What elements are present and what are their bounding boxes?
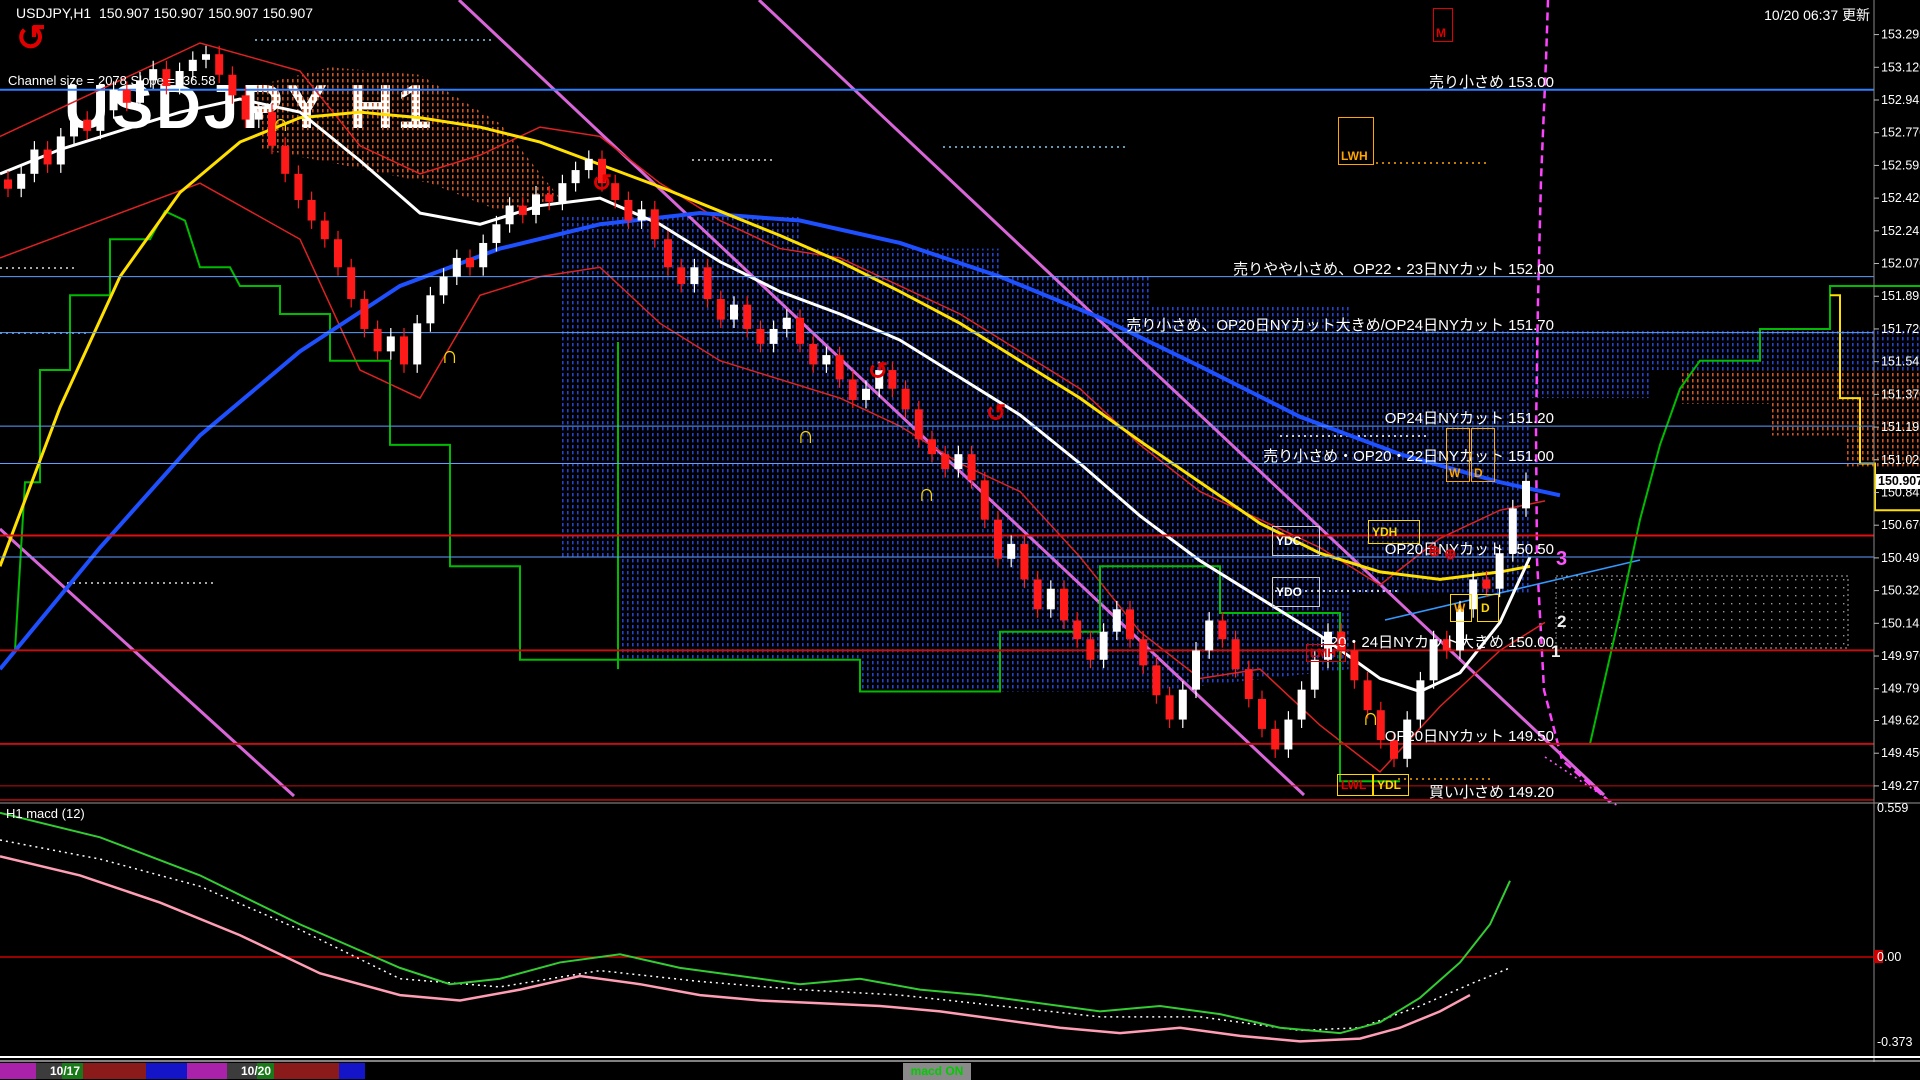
- last-updated-text: 10/20 06:37 更新: [1764, 5, 1870, 25]
- channel-info-text: Channel size = 2078 Slope = -36.58: [8, 73, 215, 88]
- parabolic-curve: [1536, 0, 1610, 802]
- macd-indicator-label: H1 macd (12): [6, 806, 85, 821]
- timeline-segment: [83, 1063, 146, 1079]
- price-axis[interactable]: [1876, 0, 1920, 1080]
- symbol-ohlc-line: USDJPY,H1 150.907 150.907 150.907 150.90…: [16, 5, 313, 21]
- dotted-projection-box: [1556, 576, 1848, 648]
- timeline-date-label: 10/17: [50, 1064, 80, 1078]
- timeline-segment: [339, 1063, 365, 1079]
- timeline-segment: [187, 1063, 227, 1079]
- timeline-segment: [146, 1063, 187, 1079]
- timeline-date-label: 10/20: [241, 1064, 271, 1078]
- trading-chart-window: USDJPY H1 153.295153.120152.945152.77015…: [0, 0, 1920, 1080]
- timeline-segment: [273, 1063, 339, 1079]
- macd-toggle-button[interactable]: macd ON: [903, 1063, 971, 1080]
- timeline-segment: [0, 1063, 36, 1079]
- chart-canvas[interactable]: 153.295153.120152.945152.770152.595152.4…: [0, 0, 1920, 1080]
- current-price-badge: 150.907: [1876, 474, 1920, 489]
